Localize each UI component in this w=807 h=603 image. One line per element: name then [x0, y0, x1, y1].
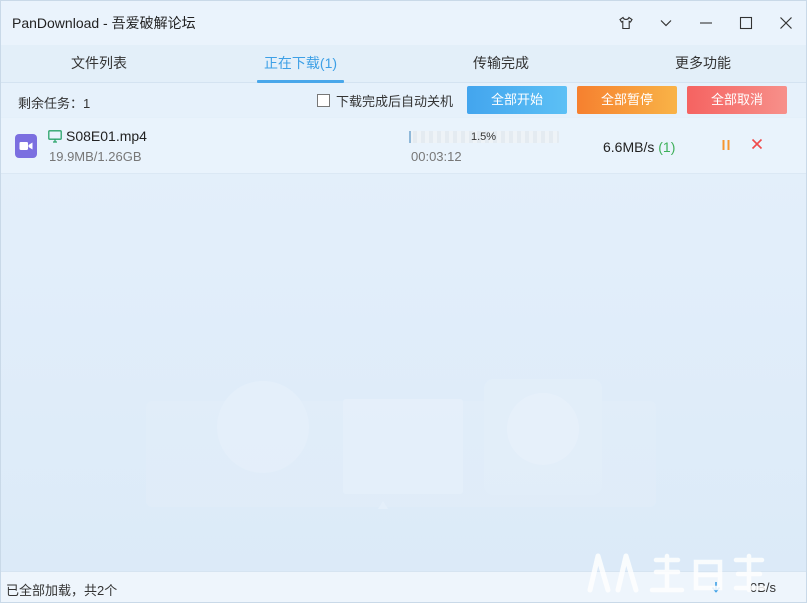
window-controls — [606, 1, 806, 45]
progress-percent: 1.5% — [471, 131, 497, 143]
connection-count: (1) — [658, 139, 676, 155]
download-row[interactable]: S08E01.mp4 19.9MB/1.26GB 1.5% 00:03:12 6… — [1, 118, 806, 174]
chevron-down-icon — [660, 20, 672, 27]
tab-downloading[interactable]: 正在下载(1) — [257, 45, 344, 83]
progress-fill — [409, 131, 412, 143]
monitor-icon — [48, 130, 62, 143]
status-text: 已全部加载，共2个 — [6, 583, 118, 598]
video-file-icon — [15, 134, 37, 158]
auto-shutdown-option[interactable]: 下载完成后自动关机 — [317, 91, 453, 110]
file-name: S08E01.mp4 — [66, 128, 147, 144]
menu-button[interactable] — [646, 1, 686, 45]
app-window: PanDownload - 吾爱破解论坛 文件列表 正在下载(1) 传输完成 更… — [0, 0, 807, 603]
close-button[interactable] — [766, 1, 806, 45]
watermark-logo — [587, 553, 767, 593]
empty-state-illustration — [146, 379, 656, 509]
skin-button[interactable] — [606, 1, 646, 45]
maximize-button[interactable] — [726, 1, 766, 45]
tab-completed[interactable]: 传输完成 — [451, 45, 551, 83]
download-speed: 6.6MB/s (1) — [603, 139, 675, 155]
speed-value: 6.6MB/s — [603, 139, 655, 155]
delete-icon[interactable] — [750, 137, 764, 151]
download-toolbar: 剩余任务：1 下载完成后自动关机 全部开始 全部暂停 全部取消 — [1, 83, 806, 117]
minimize-icon — [700, 22, 712, 24]
window-title: PanDownload - 吾爱破解论坛 — [12, 15, 196, 31]
tshirt-icon — [619, 16, 633, 30]
title-bar: PanDownload - 吾爱破解论坛 — [1, 1, 806, 45]
close-icon — [780, 17, 792, 29]
remaining-tasks: 剩余任务：1 — [18, 96, 91, 111]
file-size: 19.9MB/1.26GB — [49, 149, 142, 164]
tab-more-features[interactable]: 更多功能 — [653, 45, 753, 83]
start-all-button[interactable]: 全部开始 — [467, 86, 567, 114]
pause-icon[interactable] — [720, 138, 732, 152]
auto-shutdown-checkbox[interactable] — [317, 94, 330, 107]
pause-all-button[interactable]: 全部暂停 — [577, 86, 677, 114]
cancel-all-button[interactable]: 全部取消 — [687, 86, 787, 114]
elapsed-time: 00:03:12 — [411, 149, 462, 164]
tab-file-list[interactable]: 文件列表 — [49, 45, 149, 83]
minimize-button[interactable] — [686, 1, 726, 45]
auto-shutdown-label: 下载完成后自动关机 — [336, 94, 454, 109]
tab-bar: 文件列表 正在下载(1) 传输完成 更多功能 — [1, 45, 806, 83]
maximize-icon — [739, 16, 753, 30]
